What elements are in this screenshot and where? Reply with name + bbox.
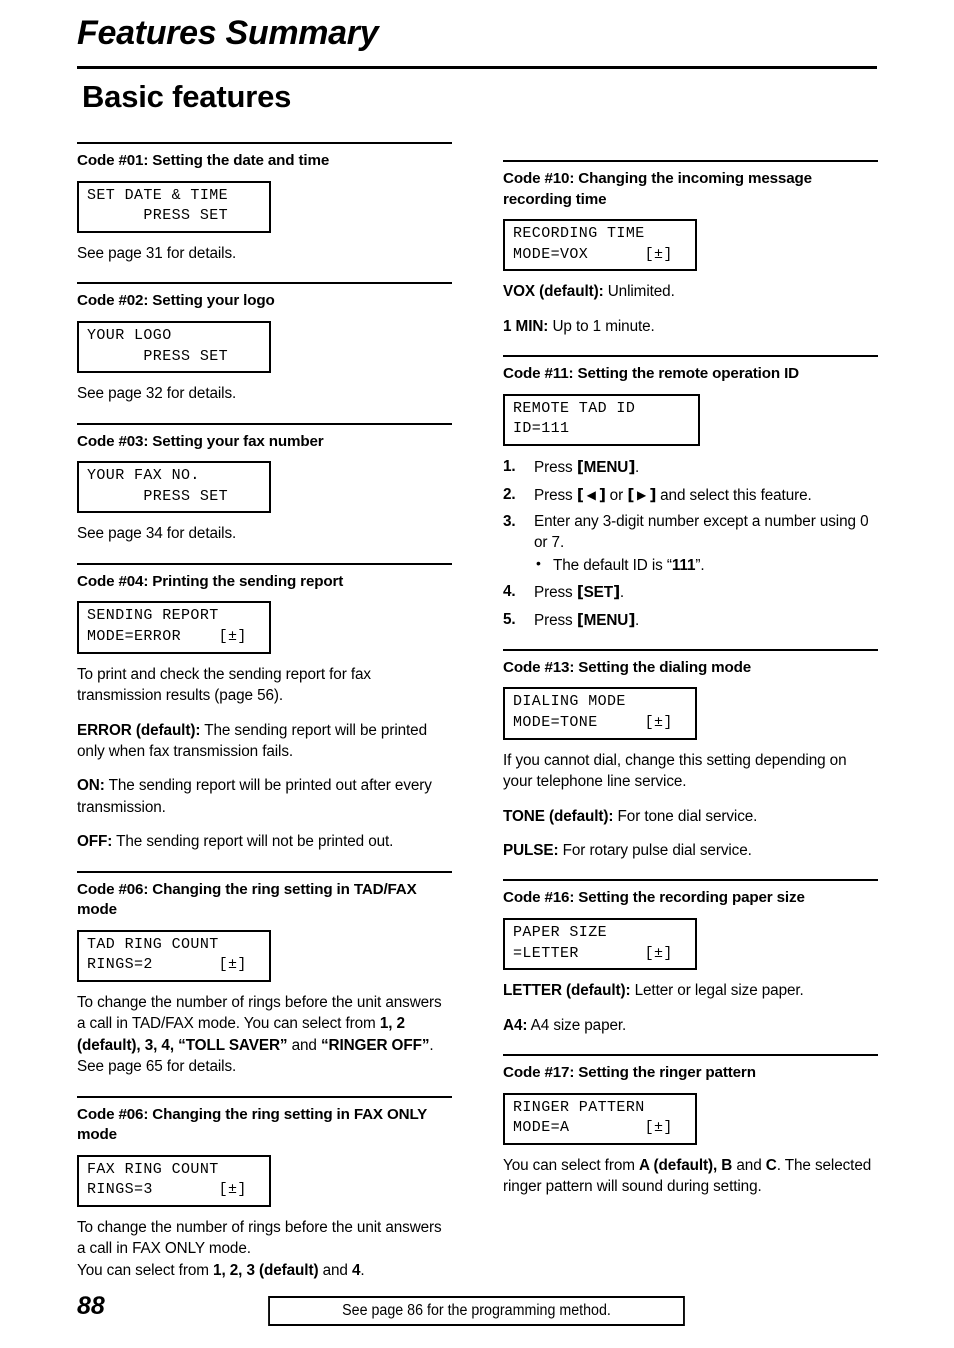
block-divider [77,562,452,565]
feature-block: Code #06: Changing the ring setting in F… [77,1095,452,1282]
feature-heading: Code #17: Setting the ringer pattern [503,1064,756,1082]
left-column: Code #01: Setting the date and time SET D… [77,142,452,1281]
feature-block: Code #11: Setting the remote operation I… [503,355,878,631]
feature-heading: Code #16: Setting the recording paper si… [503,889,805,907]
feature-text: You can select from A (default), B and C… [503,1157,872,1196]
step-item: 3. Enter any 3-digit number except a numb… [503,511,878,576]
lcd-display: SET DATE & TIME PRESS SET [77,180,271,233]
feature-block: Code #03: Setting your fax number YOUR FA… [77,422,452,545]
feature-text: To print and check the sending report fo… [77,665,371,705]
lcd-display: RINGER PATTERN MODE=A [±] [503,1092,697,1146]
feature-text: TONE (default): For tone dial service. [503,807,758,825]
feature-block: Code #02: Setting your logo YOUR LOGO PRE… [77,282,452,404]
page-number: 88 [77,1292,105,1320]
feature-text: To change the number of rings before the… [77,1219,442,1279]
block-divider [503,355,878,358]
lcd-display: REMOTE TAD ID ID=111 [503,393,700,447]
step-number: 3. [503,512,516,530]
step-bullet-list: The default ID is “111”. [534,554,878,576]
feature-text: OFF: The sending report will not be prin… [77,833,394,851]
feature-heading: Code #13: Setting the dialing mode [503,658,752,676]
feature-text: VOX (default): Unlimited. [503,283,675,301]
feature-block: Code #13: Setting the dialing mode DIALIN… [503,648,878,862]
lcd-display: YOUR LOGO PRESS SET [77,320,271,374]
block-divider [503,648,878,651]
lcd-display: SENDING REPORT MODE=ERROR [±] [77,601,271,654]
feature-text: ERROR (default): The sending report will… [77,721,427,760]
step-number: 1. [503,458,516,476]
lcd-display: PAPER SIZE =LETTER [±] [503,917,697,971]
feature-text: To change the number of rings before the… [77,994,442,1076]
step-number: 2. [503,485,516,503]
feature-heading: Code #03: Setting your fax number [77,432,324,450]
block-divider [77,1095,452,1098]
step-number: 5. [503,610,516,628]
block-divider [77,282,452,285]
feature-heading: Code #04: Printing the sending report [77,572,344,590]
feature-block: Code #06: Changing the ring setting in T… [77,870,452,1078]
block-divider [503,879,878,882]
document-page: Features Summary Basic features Code #01… [0,0,954,1348]
lcd-display: TAD RING COUNT RINGS=2 [±] [77,929,271,983]
feature-text: See page 32 for details. [77,385,237,403]
step-bullet-item: The default ID is “111”. [534,554,878,576]
feature-heading: Code #06: Changing the ring setting in F… [77,1105,427,1144]
feature-block: Code #04: Printing the sending report SEN… [77,562,452,853]
step-item: 5. Press [MENU]. [503,609,640,629]
title-divider [77,66,877,69]
step-number: 4. [503,583,516,601]
step-item: 1. Press [MENU]. [503,457,640,477]
lcd-display: FAX RING COUNT RINGS=3 [±] [77,1154,271,1208]
feature-text: If you cannot dial, change this setting … [503,751,847,791]
footer-note: See page 86 for the programming method. [268,1296,685,1326]
feature-text: A4: A4 size paper. [503,1016,627,1034]
block-divider [77,422,452,425]
lcd-display: RECORDING TIME MODE=VOX [±] [503,219,697,272]
feature-text: See page 31 for details. [77,244,237,262]
feature-block: Code #16: Setting the recording paper si… [503,879,878,1036]
section-title: Basic features [82,79,292,114]
feature-text: PULSE: For rotary pulse dial service. [503,842,752,860]
feature-text: LETTER (default): Letter or legal size p… [503,982,804,1000]
feature-heading: Code #01: Setting the date and time [77,152,330,169]
feature-heading: Code #06: Changing the ring setting in T… [77,880,417,919]
feature-heading: Code #11: Setting the remote operation I… [503,365,799,383]
block-divider [503,1054,878,1057]
right-column: Code #10: Changing the incoming message … [503,142,878,1198]
step-list: 1. Press [MENU]. 2. Press [◀] or [▶] and se… [503,456,878,631]
lcd-display: DIALING MODE MODE=TONE [±] [503,687,697,740]
document-title: Features Summary [77,14,379,52]
feature-text: See page 34 for details. [77,525,237,543]
step-item: 2. Press [◀] or [▶] and select this featu… [503,484,812,504]
feature-text: ON: The sending report will be printed o… [77,777,432,816]
block-divider [503,160,878,162]
feature-block: Code #17: Setting the ringer pattern RING… [503,1054,878,1198]
step-item: 4. Press [SET]. [503,582,624,602]
block-divider [77,142,452,144]
feature-text: 1 MIN: Up to 1 minute. [503,317,655,335]
feature-heading: Code #02: Setting your logo [77,292,275,310]
footer-note-text: See page 86 for the programming method. [342,1302,611,1319]
feature-block: Code #01: Setting the date and time SET D… [77,142,452,264]
feature-heading: Code #10: Changing the incoming message … [503,170,812,208]
lcd-display: YOUR FAX NO. PRESS SET [77,461,271,514]
feature-block: Code #10: Changing the incoming message … [503,160,878,337]
block-divider [77,870,452,873]
